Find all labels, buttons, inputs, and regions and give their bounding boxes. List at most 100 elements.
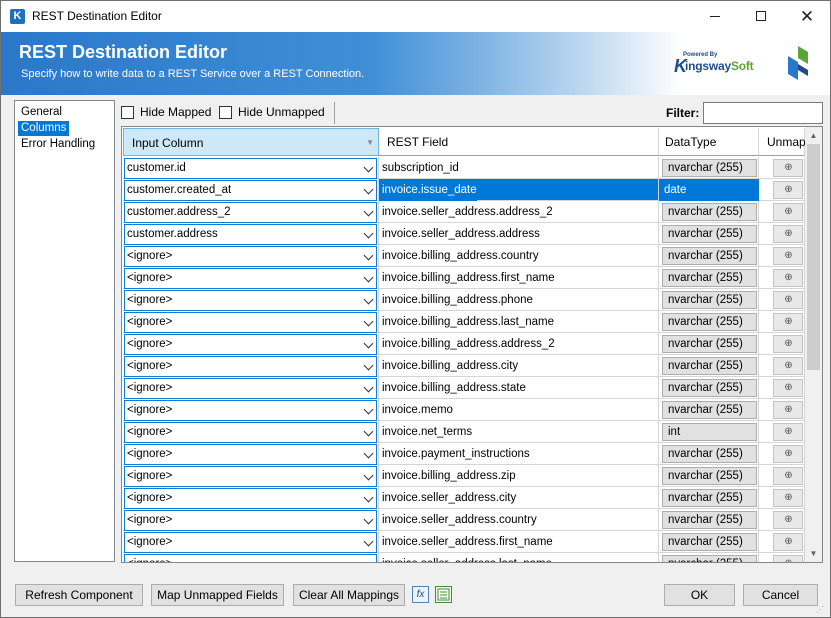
table-row[interactable]: <ignore> invoice.billing_address.city nvar…	[123, 355, 805, 377]
field-list-icon[interactable]	[435, 586, 452, 603]
table-row[interactable]: <ignore> invoice.payment_instructions nvar…	[123, 443, 805, 465]
unmap-link-icon[interactable]: ⊕	[773, 423, 803, 441]
table-row[interactable]: <ignore> invoice.billing_address.state nva…	[123, 377, 805, 399]
unmap-link-icon[interactable]: ⊕	[773, 379, 803, 397]
datatype-button[interactable]: nvarchar (255)	[662, 335, 757, 353]
unmap-link-icon[interactable]: ⊕	[773, 401, 803, 419]
datatype-button[interactable]: nvarchar (255)	[662, 313, 757, 331]
datatype-button[interactable]: nvarchar (255)	[662, 555, 757, 562]
datatype-button[interactable]: nvarchar (255)	[662, 533, 757, 551]
datatype-button[interactable]: nvarchar (255)	[662, 467, 757, 485]
chevron-down-icon[interactable]	[363, 294, 374, 305]
header-input-column[interactable]: Input Column ▼	[123, 128, 379, 156]
chevron-down-icon[interactable]	[363, 272, 374, 283]
datatype-button[interactable]: int	[662, 423, 757, 441]
unmap-link-icon[interactable]: ⊕	[773, 269, 803, 287]
datatype-button[interactable]: nvarchar (255)	[662, 269, 757, 287]
chevron-down-icon[interactable]	[363, 184, 374, 195]
unmap-link-icon[interactable]: ⊕	[773, 247, 803, 265]
scroll-thumb[interactable]	[807, 144, 820, 370]
table-row[interactable]: customer.address invoice.seller_address.a…	[123, 223, 805, 245]
chevron-down-icon[interactable]	[363, 250, 374, 261]
unmap-link-icon[interactable]: ⊕	[773, 533, 803, 551]
chevron-down-icon[interactable]	[363, 448, 374, 459]
unmap-link-icon[interactable]: ⊕	[773, 445, 803, 463]
table-row[interactable]: customer.address_2 invoice.seller_address…	[123, 201, 805, 223]
close-button[interactable]: ✕	[784, 1, 830, 32]
input-column-dropdown[interactable]: <ignore>	[124, 312, 377, 333]
unmap-link-icon[interactable]: ⊕	[773, 467, 803, 485]
input-column-dropdown[interactable]: customer.created_at	[124, 180, 377, 201]
input-column-dropdown[interactable]: <ignore>	[124, 268, 377, 289]
chevron-down-icon[interactable]	[363, 162, 374, 173]
unmap-link-icon[interactable]: ⊕	[773, 335, 803, 353]
table-row[interactable]: customer.id subscription_id nvarchar (255)…	[123, 157, 805, 179]
table-row[interactable]: <ignore> invoice.seller_address.city nvarc…	[123, 487, 805, 509]
datatype-button[interactable]: nvarchar (255)	[662, 379, 757, 397]
table-row[interactable]: <ignore> invoice.net_terms int ⊕	[123, 421, 805, 443]
cancel-button[interactable]: Cancel	[743, 584, 818, 606]
scroll-down-icon[interactable]: ▼	[805, 545, 822, 562]
input-column-dropdown[interactable]: <ignore>	[124, 378, 377, 399]
input-column-dropdown[interactable]: <ignore>	[124, 334, 377, 355]
datatype-button[interactable]: nvarchar (255)	[662, 445, 757, 463]
input-column-dropdown[interactable]: customer.address	[124, 224, 377, 245]
chevron-down-icon[interactable]	[363, 514, 374, 525]
header-unmap[interactable]: Unmap	[759, 128, 806, 156]
datatype-button[interactable]: date	[659, 179, 759, 201]
unmap-link-icon[interactable]: ⊕	[773, 225, 803, 243]
input-column-dropdown[interactable]: <ignore>	[124, 466, 377, 487]
nav-item-general[interactable]: General	[18, 105, 65, 120]
minimize-button[interactable]	[692, 1, 738, 32]
chevron-down-icon[interactable]	[363, 558, 374, 562]
nav-item-columns[interactable]: Columns	[18, 121, 70, 136]
input-column-dropdown[interactable]: <ignore>	[124, 422, 377, 443]
unmap-link-icon[interactable]: ⊕	[773, 181, 803, 199]
input-column-dropdown[interactable]: <ignore>	[124, 554, 377, 562]
table-row[interactable]: <ignore> invoice.seller_address.last_name…	[123, 553, 805, 562]
chevron-down-icon[interactable]	[363, 382, 374, 393]
unmap-link-icon[interactable]: ⊕	[773, 203, 803, 221]
chevron-down-icon[interactable]	[363, 470, 374, 481]
unmap-link-icon[interactable]: ⊕	[773, 291, 803, 309]
header-datatype[interactable]: DataType	[659, 128, 759, 156]
unmap-link-icon[interactable]: ⊕	[773, 489, 803, 507]
table-row[interactable]: <ignore> invoice.billing_address.zip nvarc…	[123, 465, 805, 487]
datatype-button[interactable]: nvarchar (255)	[662, 159, 757, 177]
table-row[interactable]: <ignore> invoice.memo nvarchar (255) ⊕	[123, 399, 805, 421]
input-column-dropdown[interactable]: customer.id	[124, 158, 377, 179]
table-row[interactable]: <ignore> invoice.billing_address.address_…	[123, 333, 805, 355]
hide-mapped-checkbox[interactable]	[121, 106, 134, 119]
table-row[interactable]: <ignore> invoice.seller_address.first_nam…	[123, 531, 805, 553]
datatype-button[interactable]: nvarchar (255)	[662, 247, 757, 265]
datatype-button[interactable]: nvarchar (255)	[662, 401, 757, 419]
refresh-component-button[interactable]: Refresh Component	[15, 584, 143, 606]
datatype-button[interactable]: nvarchar (255)	[662, 291, 757, 309]
input-column-dropdown[interactable]: <ignore>	[124, 400, 377, 421]
input-column-dropdown[interactable]: <ignore>	[124, 532, 377, 553]
chevron-down-icon[interactable]	[363, 316, 374, 327]
chevron-down-icon[interactable]	[363, 360, 374, 371]
datatype-button[interactable]: nvarchar (255)	[662, 511, 757, 529]
chevron-down-icon[interactable]	[363, 404, 374, 415]
input-column-dropdown[interactable]: <ignore>	[124, 444, 377, 465]
input-column-dropdown[interactable]: <ignore>	[124, 290, 377, 311]
maximize-button[interactable]	[738, 1, 784, 32]
table-row[interactable]: <ignore> invoice.billing_address.country n…	[123, 245, 805, 267]
unmap-link-icon[interactable]: ⊕	[773, 511, 803, 529]
datatype-button[interactable]: nvarchar (255)	[662, 489, 757, 507]
datatype-button[interactable]: nvarchar (255)	[662, 203, 757, 221]
header-rest-field[interactable]: REST Field	[379, 128, 659, 156]
filter-input[interactable]	[703, 102, 823, 124]
unmap-link-icon[interactable]: ⊕	[773, 357, 803, 375]
table-row[interactable]: <ignore> invoice.billing_address.last_nam…	[123, 311, 805, 333]
chevron-down-icon[interactable]	[363, 536, 374, 547]
clear-all-mappings-button[interactable]: Clear All Mappings	[293, 584, 405, 606]
chevron-down-icon[interactable]	[363, 338, 374, 349]
chevron-down-icon[interactable]	[363, 426, 374, 437]
chevron-down-icon[interactable]	[363, 492, 374, 503]
input-column-dropdown[interactable]: <ignore>	[124, 488, 377, 509]
unmap-link-icon[interactable]: ⊕	[773, 555, 803, 562]
input-column-dropdown[interactable]: <ignore>	[124, 510, 377, 531]
table-row[interactable]: <ignore> invoice.seller_address.country nv…	[123, 509, 805, 531]
